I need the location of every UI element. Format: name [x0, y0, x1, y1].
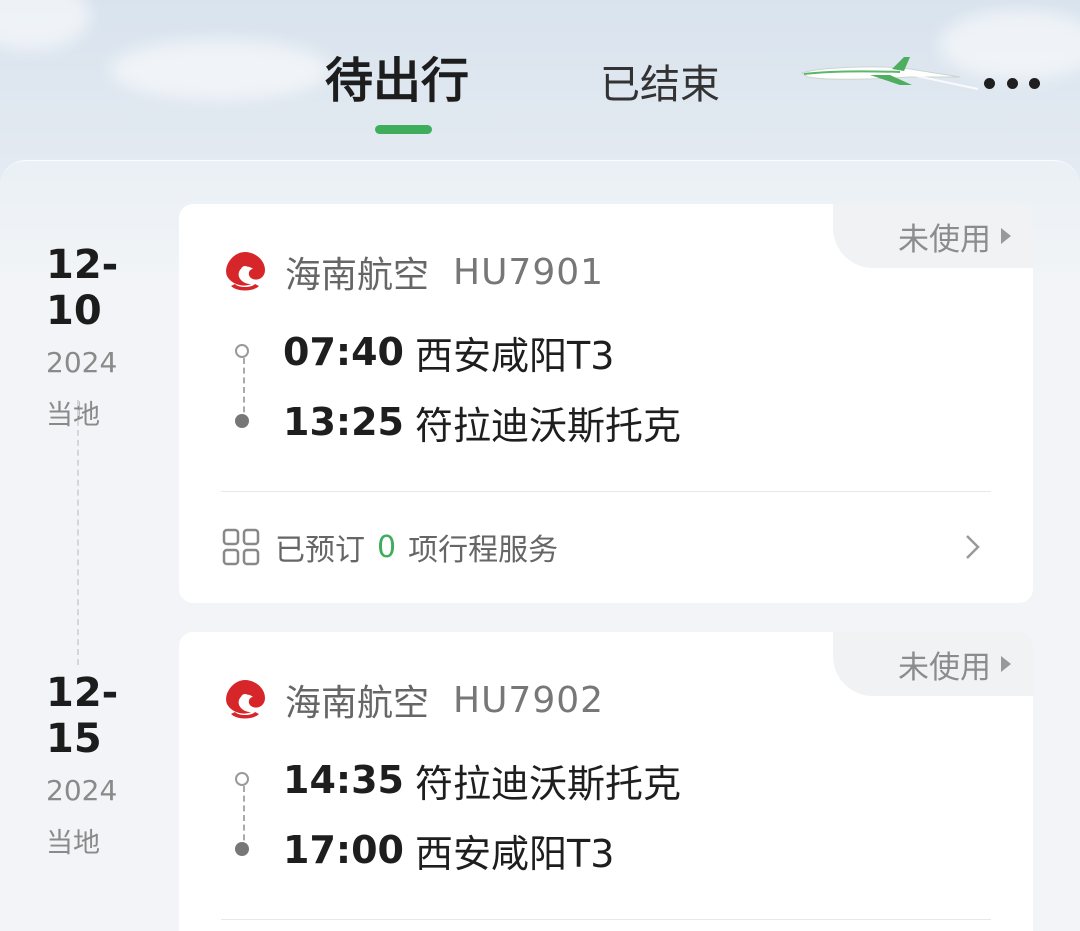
airline-name: 海南航空: [285, 683, 430, 724]
airline-name: 海南航空: [285, 255, 430, 296]
arrival-dot-icon: [235, 842, 251, 858]
card-divider: [221, 919, 991, 920]
trip-date-local-label: 当地: [46, 828, 100, 859]
card-divider: [221, 491, 991, 492]
arrival-dot-icon: [235, 414, 251, 430]
trip-card[interactable]: 未使用 海南航空 HU7902 14:35 符拉迪沃斯托克 17:00 西安咸阳…: [179, 632, 1033, 931]
hainan-airlines-logo: [226, 680, 265, 719]
departure-time: 07:40: [283, 330, 404, 374]
services-count: 0: [377, 529, 397, 565]
status-badge[interactable]: 未使用: [833, 632, 1033, 696]
tab-upcoming[interactable]: 待出行: [325, 46, 469, 116]
departure-dot-icon: [235, 344, 251, 360]
more-dots-icon: [1006, 77, 1018, 89]
more-dots-icon: [984, 77, 995, 89]
trip-services-row[interactable]: 已预订 0 项行程服务: [221, 517, 991, 577]
timeline-connector: [77, 400, 79, 665]
trips-screen: 待出行 已结束 12-10 2024 当地 未使用 海南航空 HU7901 07…: [0, 0, 1080, 931]
cloud-decoration: [110, 40, 330, 100]
airline-row: 海南航空 HU7901: [221, 242, 604, 302]
triangle-right-icon: [1001, 656, 1011, 672]
hainan-airlines-logo: [226, 252, 265, 291]
trip-date-year: 2024: [46, 774, 118, 807]
trip-card[interactable]: 未使用 海南航空 HU7901 07:40 西安咸阳T3 13:25 符拉迪沃斯…: [179, 204, 1033, 603]
tab-ended[interactable]: 已结束: [600, 50, 720, 120]
active-tab-indicator: [375, 125, 432, 134]
airline-row: 海南航空 HU7902: [221, 670, 604, 730]
arrival-time: 17:00: [283, 828, 404, 872]
services-suffix: 项行程服务: [408, 533, 559, 568]
trip-date-day: 12-10: [46, 242, 119, 334]
cloud-decoration: [0, 0, 90, 50]
trip-date: 12-15 2024 当地: [46, 670, 166, 860]
chevron-right-icon: [966, 535, 980, 559]
departure-airport: 西安咸阳T3: [415, 333, 615, 378]
departure-dot-icon: [235, 772, 251, 788]
status-badge[interactable]: 未使用: [833, 204, 1033, 268]
more-dots-icon: [1029, 77, 1040, 89]
more-button[interactable]: [984, 68, 1040, 98]
services-prefix: 已预订: [275, 533, 365, 568]
status-label: 未使用: [898, 649, 991, 686]
trip-date: 12-10 2024 当地: [46, 242, 166, 432]
triangle-right-icon: [1001, 228, 1011, 244]
grid-icon: [222, 528, 260, 566]
trip-date-local-label: 当地: [46, 400, 100, 431]
departure-segment: 14:35 符拉迪沃斯托克: [179, 750, 879, 810]
arrival-segment: 17:00 西安咸阳T3: [179, 820, 879, 880]
departure-time: 14:35: [283, 758, 404, 802]
flight-number: HU7901: [453, 251, 605, 293]
arrival-time: 13:25: [283, 400, 404, 444]
arrival-airport: 西安咸阳T3: [415, 831, 615, 876]
departure-airport: 符拉迪沃斯托克: [415, 761, 682, 806]
trip-date-day: 12-15: [46, 670, 119, 762]
arrival-airport: 符拉迪沃斯托克: [415, 403, 682, 448]
status-label: 未使用: [898, 221, 991, 258]
plane-illustration: [800, 57, 979, 90]
arrival-segment: 13:25 符拉迪沃斯托克: [179, 392, 879, 452]
flight-number: HU7902: [453, 679, 605, 721]
trip-date-year: 2024: [46, 346, 118, 379]
departure-segment: 07:40 西安咸阳T3: [179, 322, 879, 382]
